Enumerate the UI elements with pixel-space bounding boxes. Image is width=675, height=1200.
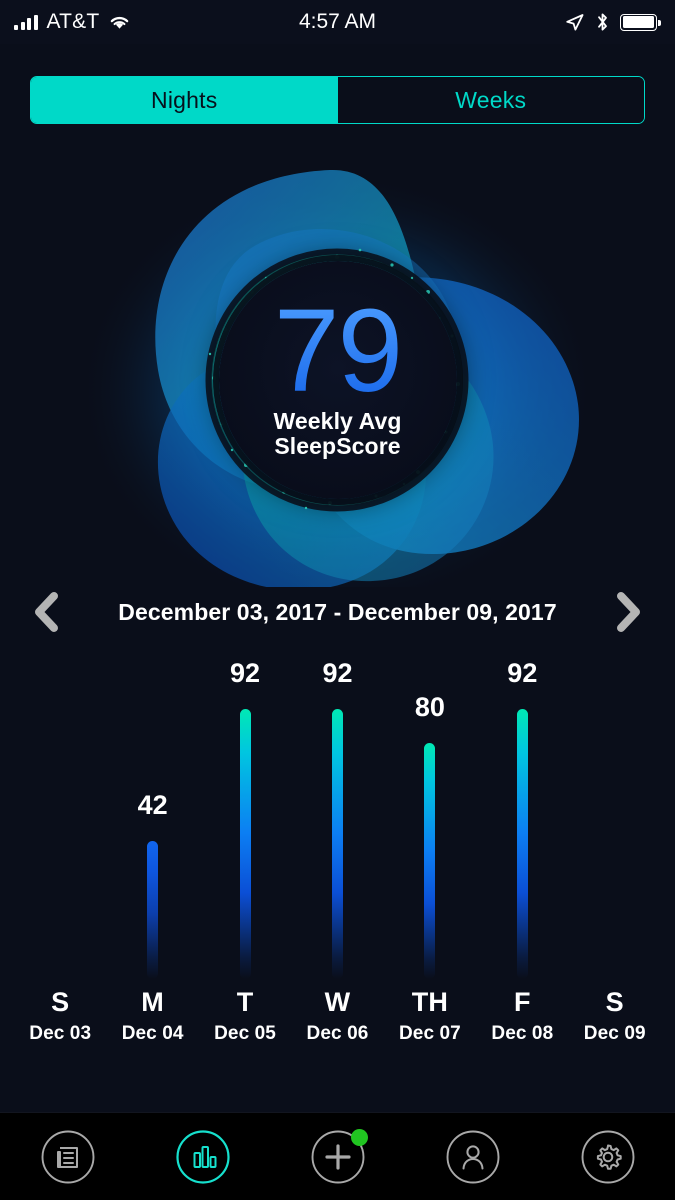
bar-5[interactable] (516, 709, 528, 979)
date-range-label: December 03, 2017 - December 09, 2017 (118, 598, 557, 625)
bar-value-4: 80 (414, 692, 445, 722)
tab-news[interactable] (37, 1126, 99, 1188)
bar-area-6 (569, 659, 661, 979)
date-range-nav: December 03, 2017 - December 09, 2017 (0, 581, 675, 643)
status-bar: AT&T 4:57 AM (0, 0, 675, 44)
bar-1[interactable] (147, 841, 159, 979)
bar-area-3: 92 (291, 658, 383, 979)
chart-column-0[interactable]: S Dec 03 (14, 653, 106, 1044)
bar-area-5: 92 (476, 658, 568, 979)
tab-add[interactable] (307, 1126, 369, 1188)
bar-value-5: 92 (507, 658, 538, 688)
status-bar-left: AT&T (14, 10, 131, 34)
wifi-icon (111, 16, 129, 29)
gear-icon (581, 1130, 634, 1183)
carrier-label: AT&T (46, 10, 100, 33)
sleepscore-dial: 79 Weekly Avg SleepScore (218, 261, 457, 499)
sleepscore-value: 79 (273, 285, 403, 418)
chart-icon (175, 1129, 230, 1184)
bar-area-1: 42 (106, 659, 198, 979)
date-label-0: Dec 03 (29, 1023, 92, 1044)
sleepscore-caption: Weekly Avg SleepScore (274, 409, 402, 459)
tab-nights[interactable]: Nights (31, 77, 338, 123)
bar-2[interactable] (239, 709, 251, 979)
chart-column-6[interactable]: S Dec 09 (569, 653, 661, 1044)
date-label-5: Dec 08 (491, 1023, 554, 1044)
chart-column-5[interactable]: 92 F Dec 08 (476, 653, 568, 1043)
bar-4[interactable] (424, 743, 436, 979)
tab-profile[interactable] (442, 1126, 504, 1188)
day-label-5: F (513, 987, 531, 1017)
sleepscore-bar-chart: S Dec 03 42 M Dec 04 92 T Dec 05 92 W De… (0, 653, 675, 1043)
notification-badge (350, 1128, 368, 1146)
news-icon (41, 1130, 94, 1183)
segmented-control: Nights Weeks (30, 76, 645, 124)
sleepscore-caption-line2: SleepScore (274, 433, 401, 460)
bar-3[interactable] (331, 709, 343, 979)
chevron-right-icon[interactable] (611, 590, 645, 634)
chart-column-4[interactable]: 80 TH Dec 07 (384, 653, 476, 1043)
chart-column-3[interactable]: 92 W Dec 06 (291, 653, 383, 1043)
date-label-4: Dec 07 (398, 1023, 461, 1044)
bar-area-0 (14, 659, 106, 979)
date-label-6: Dec 09 (583, 1023, 646, 1044)
bar-value-3: 92 (322, 658, 353, 688)
status-bar-right (564, 12, 661, 32)
sleepscore-hero: 79 Weekly Avg SleepScore (0, 132, 675, 587)
date-label-3: Dec 06 (306, 1023, 369, 1044)
day-label-3: W (324, 987, 351, 1017)
day-label-2: T (236, 987, 254, 1017)
bar-value-2: 92 (230, 658, 261, 688)
tab-weeks[interactable]: Weeks (337, 77, 644, 123)
bar-value-1: 42 (137, 790, 168, 820)
tab-trends[interactable] (172, 1126, 234, 1188)
day-label-4: TH (411, 987, 449, 1017)
tab-settings[interactable] (577, 1126, 639, 1188)
date-label-1: Dec 04 (121, 1023, 184, 1044)
location-arrow-icon (566, 14, 584, 31)
view-mode-switch: Nights Weeks (0, 44, 675, 124)
bar-area-4: 80 (384, 659, 476, 979)
battery-icon (620, 13, 661, 31)
bluetooth-icon (598, 13, 607, 31)
day-label-0: S (51, 987, 70, 1017)
sleepscore-caption-line1: Weekly Avg (273, 408, 402, 435)
bar-area-2: 92 (199, 658, 291, 979)
chart-column-2[interactable]: 92 T Dec 05 (199, 653, 291, 1043)
day-label-1: M (141, 987, 164, 1017)
chevron-left-icon[interactable] (30, 590, 64, 634)
profile-icon (446, 1130, 499, 1183)
bottom-tab-bar (0, 1112, 675, 1200)
signal-icon (14, 14, 38, 30)
date-label-2: Dec 05 (214, 1023, 276, 1044)
chart-column-1[interactable]: 42 M Dec 04 (106, 653, 198, 1043)
day-label-6: S (605, 987, 624, 1017)
